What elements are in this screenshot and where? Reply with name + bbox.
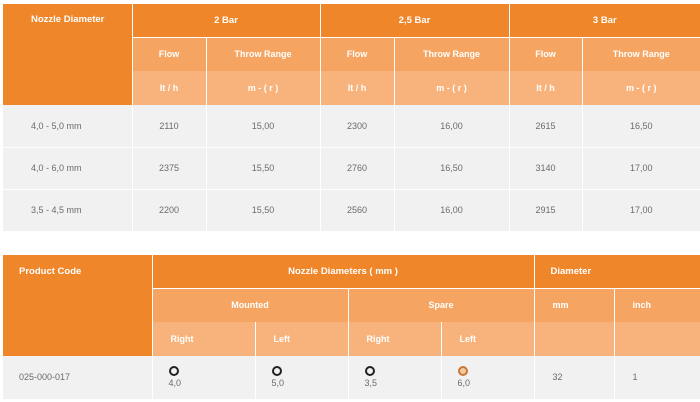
diameter-cell: 3,5 - 4,5 mm [3, 189, 133, 232]
value-cell: 2110 [132, 105, 207, 148]
spare-left-header: Left [441, 322, 535, 356]
inch-spacer [614, 322, 700, 356]
value-cell: 15,00 [206, 105, 321, 148]
range-unit: m - ( r ) [394, 71, 510, 105]
product-code-header: Product Code [3, 255, 153, 356]
spare-header: Spare [348, 288, 535, 322]
value-cell: 2375 [132, 147, 207, 190]
ring-black-icon [364, 366, 375, 377]
pressure-header-3bar: 3 Bar [509, 4, 700, 38]
spare-right-header: Right [348, 322, 442, 356]
product-code-cell: 025-000-017 [3, 356, 153, 400]
pressure-header-2-5bar: 2,5 Bar [320, 4, 510, 38]
range-unit: m - ( r ) [582, 71, 700, 105]
value-cell: 17,00 [582, 147, 700, 190]
diameter-header: Diameter [534, 255, 700, 289]
inch-header: inch [614, 288, 700, 322]
table-row: 4,0 - 6,0 mm 2375 15,50 2760 16,50 3140 … [3, 147, 700, 190]
value-cell: 16,50 [394, 147, 510, 190]
spare-right-cell: 3,5 [348, 356, 442, 400]
value-cell: 2300 [320, 105, 395, 148]
throw-range-header: Throw Range [394, 37, 510, 71]
mounted-left-cell: 5,0 [255, 356, 349, 400]
nozzle-diameter-header: Nozzle Diameter [3, 4, 133, 105]
flow-header: Flow [132, 37, 207, 71]
range-unit: m - ( r ) [206, 71, 321, 105]
value-cell: 16,00 [394, 189, 510, 232]
value-cell: 15,50 [206, 189, 321, 232]
flow-header: Flow [320, 37, 395, 71]
pressure-header-2bar: 2 Bar [132, 4, 321, 38]
value-cell: 2615 [509, 105, 583, 148]
table-row: 3,5 - 4,5 mm 2200 15,50 2560 16,00 2915 … [3, 189, 700, 232]
mounted-left-header: Left [255, 322, 349, 356]
flow-header: Flow [509, 37, 583, 71]
nozzle-diameters-header: Nozzle Diameters ( mm ) [152, 255, 535, 289]
spare-left-cell: 6,0 [441, 356, 535, 400]
value-cell: 2760 [320, 147, 395, 190]
value-cell: 2200 [132, 189, 207, 232]
value-cell: 17,00 [582, 189, 700, 232]
value-cell: 16,00 [394, 105, 510, 148]
mounted-header: Mounted [152, 288, 349, 322]
value-cell: 2560 [320, 189, 395, 232]
inch-cell: 1 [614, 356, 700, 400]
mm-cell: 32 [534, 356, 615, 400]
table-row: 4,0 - 5,0 mm 2110 15,00 2300 16,00 2615 … [3, 105, 700, 148]
mounted-right-cell: 4,0 [152, 356, 256, 400]
value-cell: 16,50 [582, 105, 700, 148]
ring-black-icon [168, 366, 179, 377]
throw-range-header: Throw Range [582, 37, 700, 71]
mounted-right-header: Right [152, 322, 256, 356]
value-cell: 2915 [509, 189, 583, 232]
throw-range-header: Throw Range [206, 37, 321, 71]
flow-unit: lt / h [132, 71, 207, 105]
mm-spacer [534, 322, 615, 356]
diameter-cell: 4,0 - 6,0 mm [3, 147, 133, 190]
mm-header: mm [534, 288, 615, 322]
value-cell: 15,50 [206, 147, 321, 190]
flow-unit: lt / h [509, 71, 583, 105]
value-cell: 3140 [509, 147, 583, 190]
ring-black-icon [271, 366, 282, 377]
ring-orange-icon [457, 366, 468, 377]
flow-range-table: Nozzle Diameter 2 Bar 2,5 Bar 3 Bar Flow… [3, 4, 700, 232]
flow-unit: lt / h [320, 71, 395, 105]
table-row: 025-000-017 4,0 5,0 3,5 6,0 32 1 [3, 356, 700, 400]
product-code-table: Product Code Nozzle Diameters ( mm ) Dia… [3, 255, 700, 400]
diameter-cell: 4,0 - 5,0 mm [3, 105, 133, 148]
